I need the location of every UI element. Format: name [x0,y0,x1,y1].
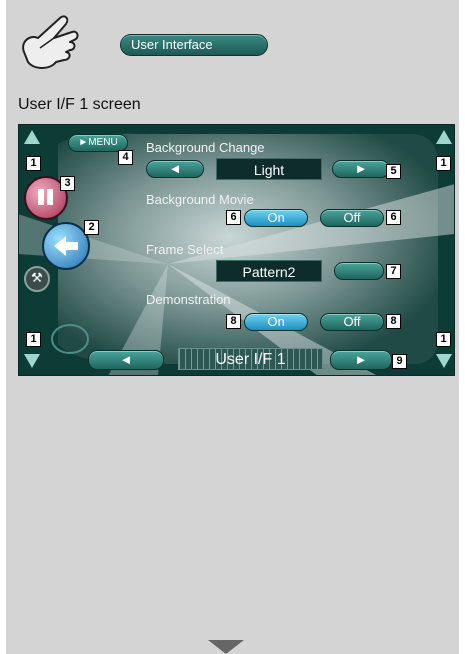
callout-4: 4 [118,150,133,165]
background-movie-off-button[interactable]: Off [320,209,384,227]
return-icon [54,236,78,256]
frame-select-label: Frame Select [146,242,224,257]
callout-2: 2 [84,220,99,235]
left-arrow-icon: ◄ [119,352,133,367]
right-arrow-icon: ► [354,352,368,367]
background-movie-label: Background Movie [146,192,254,207]
previous-screen-button[interactable]: ◄ [88,350,164,370]
callout-3: 3 [60,176,75,191]
callout-6-left: 6 [226,210,241,225]
up-arrow-icon[interactable] [436,130,452,144]
screen-name: User I/F 1 [178,348,323,370]
wrench-icon: ⚒ [31,270,43,285]
background-change-label: Background Change [146,140,265,155]
callout-8-right: 8 [386,314,401,329]
continue-arrow-icon [208,640,244,654]
up-arrow-icon[interactable] [24,130,40,144]
menu-label: MENU [88,137,118,148]
demonstration-off-button[interactable]: Off [320,313,384,331]
user-if-screen: 1 1 1 1 ►MENU 4 3 2 ⚒ Background Change … [18,124,455,376]
background-next-button[interactable]: ► [332,160,390,178]
background-value: Light [216,158,322,180]
user-interface-button[interactable]: User Interface [120,34,268,56]
right-arrow-icon: ► [354,161,368,176]
hand-pointer-icon [22,15,79,69]
demonstration-label: Demonstration [146,292,231,307]
callout-1-bottom-left: 1 [26,332,41,347]
callout-8-left: 8 [226,314,241,329]
frame-select-button[interactable] [334,262,384,280]
media-icon [38,189,44,205]
next-screen-button[interactable]: ► [330,350,392,370]
callout-5: 5 [386,164,401,179]
background-prev-button[interactable]: ◄ [146,160,204,178]
down-arrow-icon[interactable] [24,354,40,368]
callout-1-bottom-right: 1 [436,332,451,347]
callout-6-right: 6 [386,210,401,225]
right-arrow-icon: ► [78,137,89,148]
callout-9: 9 [392,354,407,369]
section-title: User I/F 1 screen [18,96,141,113]
return-button[interactable] [42,222,90,270]
background-movie-on-button[interactable]: On [244,209,308,227]
media-icon-bar [47,189,53,205]
setup-button[interactable]: ⚒ [24,266,50,292]
callout-1-top-left: 1 [26,156,41,171]
down-arrow-icon[interactable] [436,354,452,368]
frame-select-value: Pattern2 [216,260,322,282]
callout-1-top-right: 1 [436,156,451,171]
callout-7: 7 [386,264,401,279]
left-arrow-icon: ◄ [168,161,182,176]
demonstration-on-button[interactable]: On [244,313,308,331]
